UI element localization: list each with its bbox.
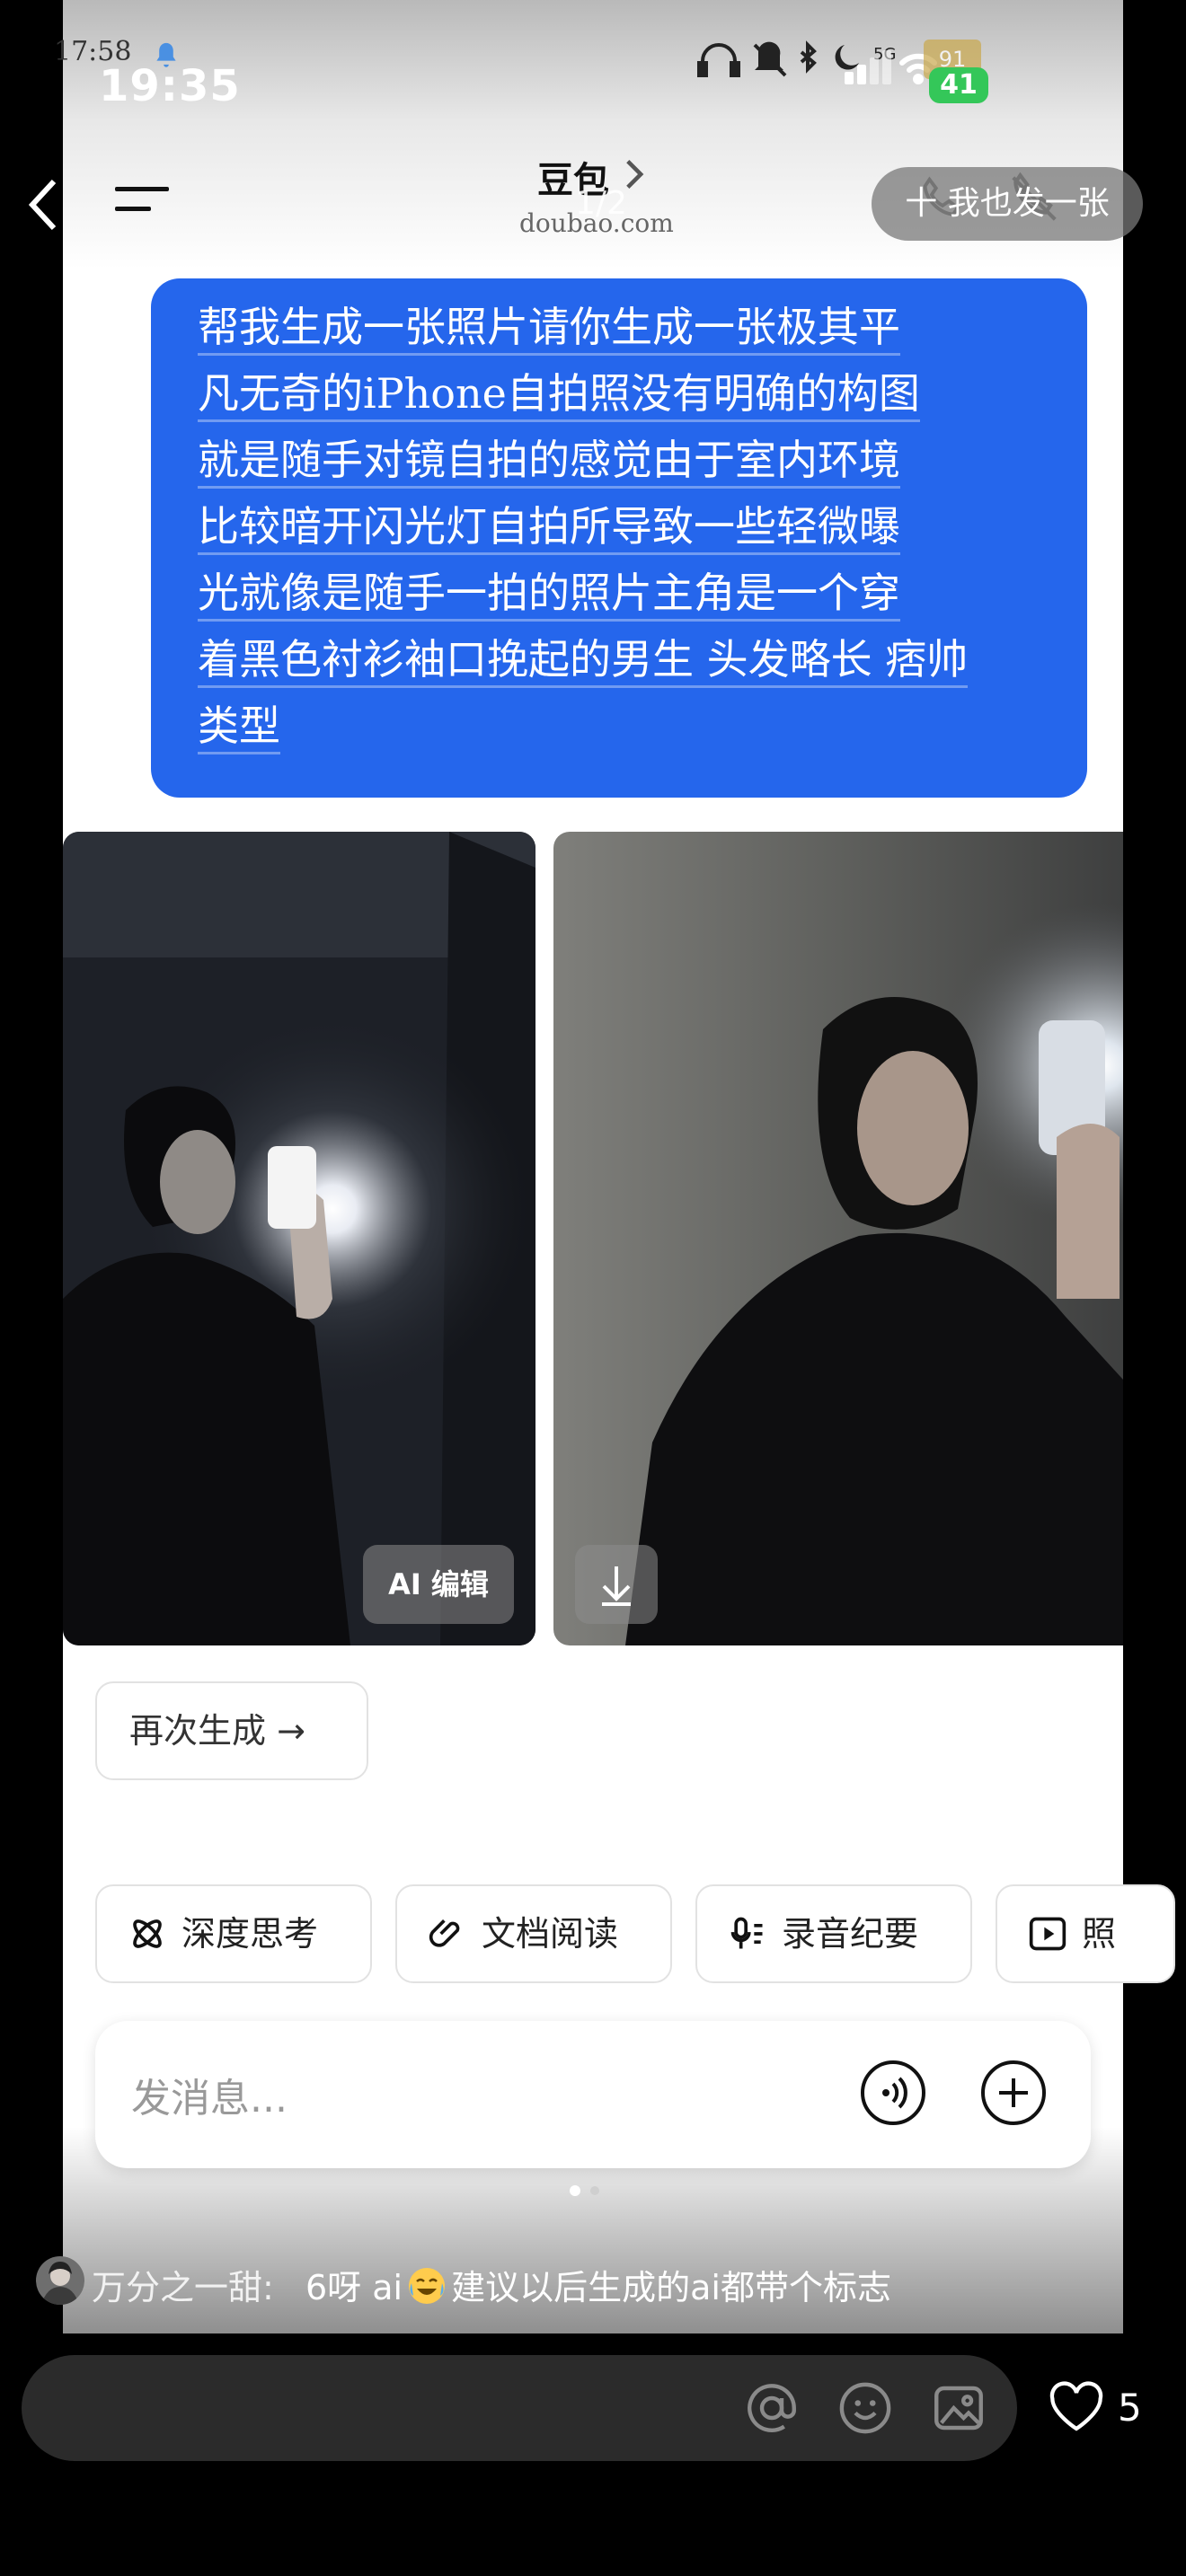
paperclip-icon [429, 1919, 460, 1947]
like-count: 5 [1118, 2386, 1142, 2430]
chip-label: 文档阅读 [482, 1914, 619, 1954]
comment-text-part: 6呀 ai [305, 2268, 403, 2307]
download-button[interactable] [575, 1545, 658, 1624]
comment-avatar[interactable] [36, 2256, 84, 2305]
plus-icon[interactable] [979, 2059, 1048, 2127]
chip-deep-thinking[interactable]: 深度思考 [95, 1884, 372, 1983]
message-line: 帮我生成一张照片请你生成一张极其平 [198, 298, 1049, 365]
image-icon[interactable] [929, 2378, 988, 2438]
message-line: 比较暗开闪光灯自拍所导致一些轻微曝 [198, 498, 1049, 564]
bell-off-icon [753, 41, 787, 77]
signal-icon [726, 72, 733, 81]
bluetooth-icon [800, 40, 817, 74]
message-line: 类型 [198, 697, 1049, 763]
atom-icon [133, 1919, 162, 1948]
back-chevron-icon[interactable] [25, 178, 61, 232]
moon-icon [835, 45, 859, 70]
comment-text: 6呀 ai 建议以后生成的ai都带个标志 [305, 2260, 891, 2309]
chip-label: 照 [1082, 1914, 1117, 1954]
user-message-bubble: 帮我生成一张照片请你生成一张极其平 凡无奇的iPhone自拍照没有明确的构图 就… [151, 278, 1087, 798]
voice-wave-icon[interactable] [859, 2059, 927, 2127]
chip-recording-notes[interactable]: 录音纪要 [695, 1884, 972, 1983]
regenerate-button[interactable]: 再次生成 → [95, 1681, 368, 1780]
menu-icon[interactable] [113, 181, 173, 217]
play-icon [1029, 1917, 1067, 1950]
message-line: 凡无奇的iPhone自拍照没有明确的构图 [198, 365, 1049, 431]
download-icon [602, 1566, 631, 1606]
emoji-icon[interactable] [836, 2378, 895, 2438]
chip-label: 录音纪要 [782, 1914, 919, 1954]
status-time: 19:35 [99, 61, 241, 111]
message-line: 着黑色衬衫袖口挽起的男生 头发略长 痞帅 [198, 631, 1049, 697]
chip-photo[interactable]: 照 [996, 1884, 1175, 1983]
headphones-icon [697, 43, 740, 77]
message-input-placeholder: 发消息... [131, 2076, 288, 2122]
chip-label: 深度思考 [181, 1914, 319, 1954]
page-indicator: 1/2 [575, 185, 627, 222]
heart-icon[interactable] [1048, 2380, 1105, 2434]
comment-username[interactable]: 万分之一甜: [92, 2260, 274, 2309]
generated-photo-2[interactable] [553, 832, 1123, 1645]
ai-edit-button[interactable]: AI 编辑 [363, 1545, 514, 1624]
crying-laughing-emoji-icon [409, 2268, 446, 2304]
message-line: 就是随手对镜自拍的感觉由于室内环境 [198, 431, 1049, 498]
message-line: 光就像是随手一拍的照片主角是一个穿 [198, 564, 1049, 631]
at-mention-icon[interactable] [742, 2378, 801, 2438]
battery-indicator: 41 [929, 67, 988, 103]
page-dots [570, 2185, 599, 2196]
generated-photo-1[interactable] [63, 832, 535, 1645]
comment-text-part: 建议以后生成的ai都带个标志 [451, 2268, 891, 2307]
microphone-icon [730, 1917, 763, 1948]
chip-document-reading[interactable]: 文档阅读 [395, 1884, 672, 1983]
me-too-button[interactable]: 十 我也发一张 [872, 167, 1143, 241]
